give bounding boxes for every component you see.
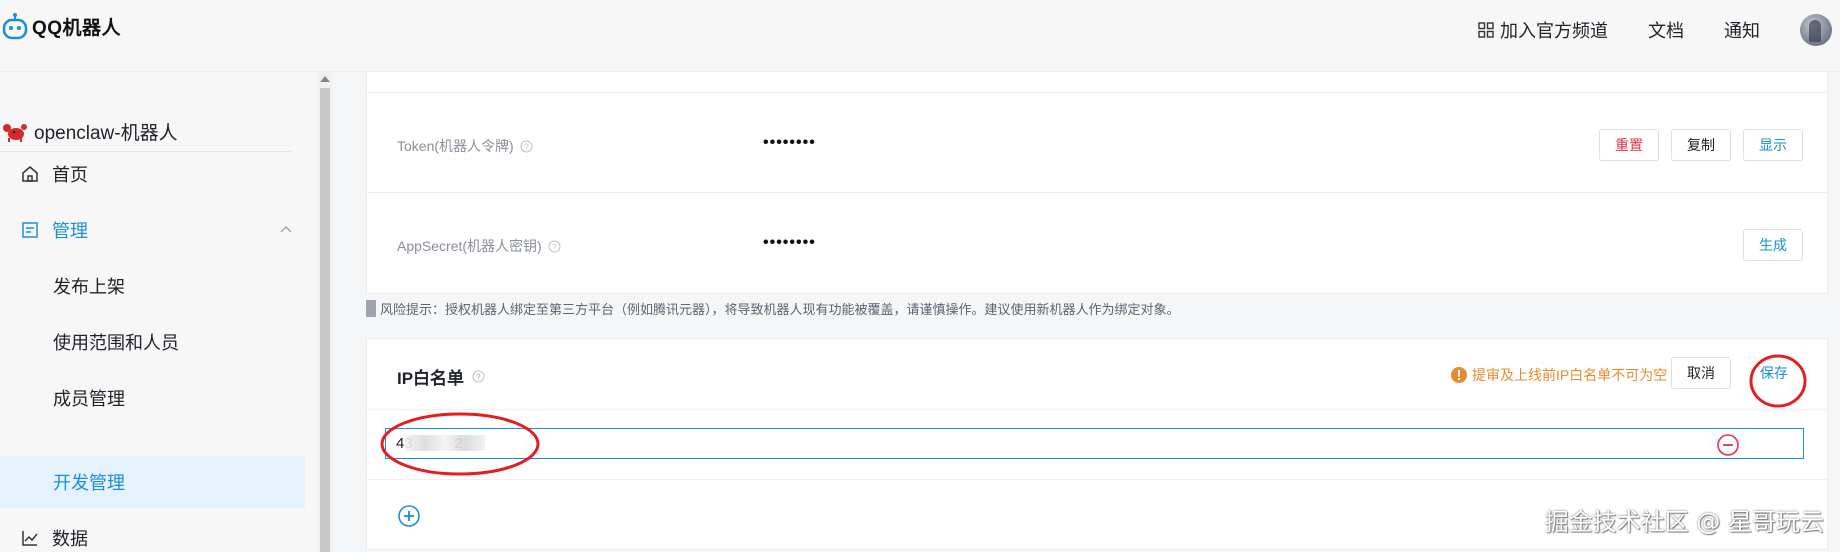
warning-icon bbox=[1451, 367, 1467, 383]
ip-address-input[interactable] bbox=[385, 428, 1804, 459]
sidebar-item-members[interactable]: 成员管理 bbox=[0, 372, 305, 424]
app-title: QQ机器人 bbox=[32, 17, 122, 39]
home-icon bbox=[22, 166, 38, 182]
sidebar-item-label: 管理 bbox=[52, 221, 88, 241]
help-icon[interactable]: ? bbox=[548, 240, 561, 253]
top-nav: 加入官方频道 文档 通知 bbox=[1478, 0, 1840, 60]
row-divider bbox=[367, 192, 1827, 193]
add-circle-icon[interactable] bbox=[397, 504, 421, 528]
sidebar-item-home[interactable]: 首页 bbox=[0, 148, 305, 200]
redacted-ip-mask bbox=[405, 435, 485, 451]
ip-whitelist-title-text: IP白名单 bbox=[397, 369, 465, 388]
app-logo[interactable]: QQ机器人 bbox=[2, 12, 121, 40]
save-button[interactable]: 保存 bbox=[1748, 357, 1800, 389]
risk-notice: 风险提示：授权机器人绑定至第三方平台（例如腾讯元器），将导致机器人现有功能被覆盖… bbox=[366, 298, 1180, 318]
reset-token-button[interactable]: 重置 bbox=[1599, 129, 1659, 161]
risk-bar bbox=[366, 299, 376, 317]
token-label-text: Token(机器人令牌) bbox=[397, 138, 514, 154]
sidebar: openclaw-机器人 首页 管理 发布上架 使用范围和人员 成员管理 开发管… bbox=[0, 72, 318, 552]
secret-label-row: AppSecret(机器人密钥) ? bbox=[397, 236, 561, 256]
notice-link[interactable]: 通知 bbox=[1724, 17, 1760, 43]
top-header: QQ机器人 加入官方频道 文档 通知 bbox=[0, 0, 1840, 72]
sidebar-item-label: 首页 bbox=[52, 165, 88, 185]
svg-text:?: ? bbox=[552, 242, 557, 251]
robot-logo-icon bbox=[2, 13, 28, 40]
secret-value: •••••••• bbox=[763, 234, 816, 251]
join-channel-label: 加入官方频道 bbox=[1500, 21, 1608, 41]
secret-label-text: AppSecret(机器人密钥) bbox=[397, 238, 542, 254]
bot-selector[interactable]: openclaw-机器人 bbox=[0, 112, 292, 152]
document-icon bbox=[22, 222, 38, 238]
risk-notice-text: 风险提示：授权机器人绑定至第三方平台（例如腾讯元器），将导致机器人现有功能被覆盖… bbox=[380, 301, 1180, 317]
sidebar-item-scope[interactable]: 使用范围和人员 bbox=[0, 316, 305, 368]
credentials-card: Token(机器人令牌) ? •••••••• 重置 复制 显示 AppSecr… bbox=[366, 72, 1828, 294]
grid-icon bbox=[1478, 22, 1494, 38]
token-label-row: Token(机器人令牌) ? bbox=[397, 136, 533, 156]
help-icon[interactable]: ? bbox=[472, 370, 485, 383]
join-channel-link[interactable]: 加入官方频道 bbox=[1478, 17, 1608, 43]
ip-whitelist-title: IP白名单 ? bbox=[397, 364, 485, 389]
docs-link[interactable]: 文档 bbox=[1648, 17, 1684, 43]
svg-text:?: ? bbox=[524, 142, 529, 151]
sidebar-item-label: 数据 bbox=[52, 529, 88, 549]
crab-icon bbox=[3, 123, 27, 142]
sidebar-item-dev-manage[interactable]: 开发管理 bbox=[0, 456, 305, 508]
scrollbar-thumb[interactable] bbox=[320, 88, 330, 552]
remove-circle-icon[interactable] bbox=[1716, 433, 1740, 457]
scroll-up-arrow-icon[interactable] bbox=[320, 76, 330, 82]
sidebar-item-publish[interactable]: 发布上架 bbox=[0, 260, 305, 312]
row-divider bbox=[367, 92, 1827, 93]
sidebar-item-data[interactable]: 数据 bbox=[0, 512, 305, 552]
copy-token-button[interactable]: 复制 bbox=[1671, 129, 1731, 161]
user-avatar[interactable] bbox=[1800, 14, 1832, 46]
ip-warning: 提审及上线前IP白名单不可为空 bbox=[1450, 365, 1667, 385]
svg-text:?: ? bbox=[476, 373, 481, 382]
show-token-button[interactable]: 显示 bbox=[1743, 129, 1803, 161]
sidebar-item-manage[interactable]: 管理 bbox=[0, 204, 305, 256]
row-divider bbox=[367, 409, 1827, 410]
line-chart-icon bbox=[22, 531, 38, 546]
chevron-up-icon bbox=[280, 226, 292, 233]
help-icon[interactable]: ? bbox=[520, 140, 533, 153]
bot-name: openclaw-机器人 bbox=[34, 123, 178, 144]
generate-secret-button[interactable]: 生成 bbox=[1743, 229, 1803, 261]
ip-warning-text: 提审及上线前IP白名单不可为空 bbox=[1472, 367, 1668, 383]
cancel-button[interactable]: 取消 bbox=[1671, 357, 1731, 389]
token-value: •••••••• bbox=[763, 134, 816, 151]
watermark: 掘金技术社区 @ 星哥玩云 bbox=[1544, 508, 1824, 536]
row-divider bbox=[367, 479, 1827, 480]
